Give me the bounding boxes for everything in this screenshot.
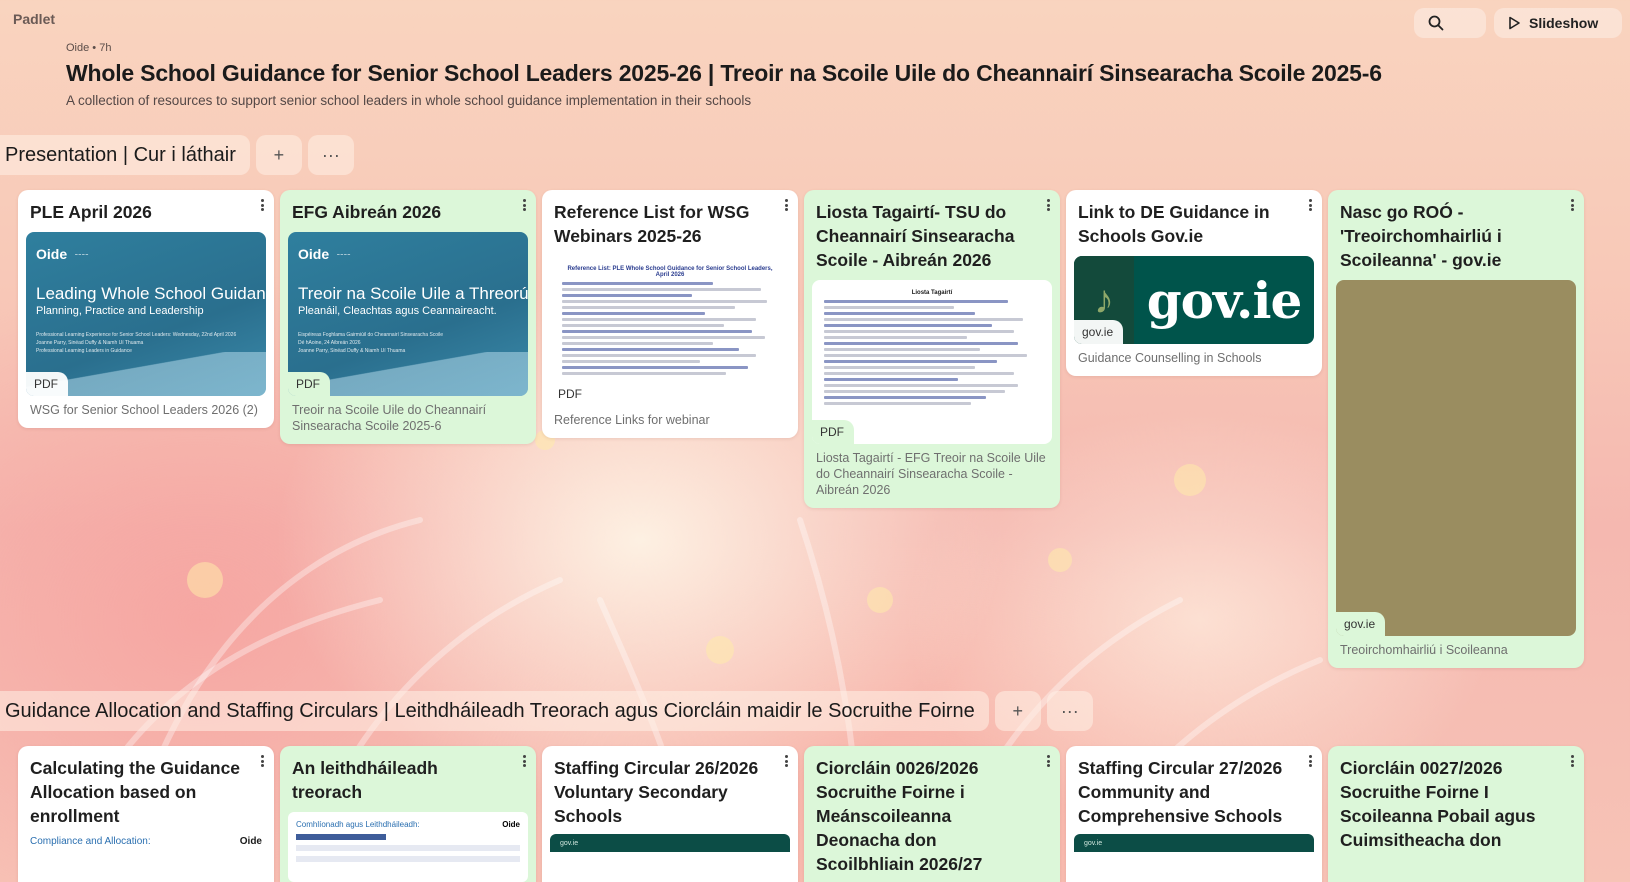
post-card[interactable]: Ciorcláin 0026/2026 Socruithe Foirne i M… [804, 746, 1060, 882]
card-title: EFG Aibreán 2026 [292, 202, 442, 222]
document-heading: Reference List: PLE Whole School Guidanc… [567, 266, 773, 278]
add-post-button[interactable]: + [994, 691, 1041, 731]
post-card[interactable]: Staffing Circular 26/2026 Voluntary Seco… [542, 746, 798, 882]
file-type-badge: PDF [812, 420, 854, 444]
thumbnail-text: Compliance and Allocation: [30, 836, 151, 847]
link-thumbnail[interactable]: gov.ie [1074, 834, 1314, 852]
more-vertical-icon[interactable] [780, 197, 792, 213]
post-card[interactable]: An leithdháileadh treorach Comhlíonadh a… [280, 746, 536, 882]
card-caption: Treoirchomhairliú i Scoileanna [1340, 643, 1508, 657]
add-post-button[interactable]: + [255, 135, 302, 175]
post-card[interactable]: Reference List for WSG Webinars 2025-26 … [542, 190, 798, 438]
search-icon [1428, 15, 1444, 31]
card-title: Staffing Circular 27/2026 Community and … [1078, 758, 1283, 826]
post-card[interactable]: Link to DE Guidance in Schools Gov.ie ♪ … [1066, 190, 1322, 376]
slide-line: Professional Learning Experience for Sen… [36, 332, 237, 338]
slide-line: Joanne Parry, Sinéad Duffy & Niamh Uí Th… [36, 340, 144, 346]
more-vertical-icon[interactable] [1304, 753, 1316, 769]
slide-heading: Treoir na Scoile Uile a Threorú [298, 284, 528, 303]
more-vertical-icon[interactable] [518, 753, 530, 769]
section-header-guidance-allocation: Guidance Allocation and Staffing Circula… [0, 691, 1093, 731]
more-vertical-icon[interactable] [1566, 753, 1578, 769]
file-type-badge: PDF [288, 372, 330, 396]
section-title[interactable]: Guidance Allocation and Staffing Circula… [0, 691, 989, 731]
oide-logo: Oide [298, 246, 330, 262]
card-title: Ciorcláin 0026/2026 Socruithe Foirne i M… [816, 758, 983, 874]
file-type-badge: PDF [550, 382, 592, 406]
card-caption: Reference Links for webinar [554, 413, 710, 427]
post-card[interactable]: Calculating the Guidance Allocation base… [18, 746, 274, 882]
more-vertical-icon[interactable] [1304, 197, 1316, 213]
slideshow-button[interactable]: Slideshow [1494, 8, 1622, 38]
slide-subheading: Pleanáil, Cleachtas agus Ceannaireacht. [298, 305, 497, 317]
more-vertical-icon[interactable] [1566, 197, 1578, 213]
card-title: Link to DE Guidance in Schools Gov.ie [1078, 202, 1270, 246]
slide-line: Dé hAoine, 24 Aibreán 2026 [298, 340, 361, 346]
slide-subheading: Planning, Practice and Leadership [36, 305, 204, 317]
gov-ie-wordmark: gov.ie [1146, 270, 1303, 330]
file-type-badge: PDF [26, 372, 68, 396]
post-card[interactable]: EFG Aibreán 2026 Oide ━ ━ ━ ━ Treoir na S… [280, 190, 536, 444]
more-vertical-icon[interactable] [518, 197, 530, 213]
card-title: An leithdháileadh treorach [292, 758, 438, 802]
card-title: PLE April 2026 [30, 202, 152, 222]
section-more-button[interactable]: ··· [307, 135, 354, 175]
section-title[interactable]: Presentation | Cur i láthair [0, 135, 250, 175]
more-vertical-icon[interactable] [1042, 197, 1054, 213]
card-caption: Liosta Tagairtí - EFG Treoir na Scoile U… [816, 451, 1046, 497]
more-vertical-icon[interactable] [1042, 753, 1054, 769]
pdf-thumbnail[interactable]: Oide ━ ━ ━ ━ Treoir na Scoile Uile a Thre… [288, 232, 528, 396]
link-thumbnail[interactable]: gov.ie [1336, 280, 1576, 636]
oide-logo: Oide [239, 836, 262, 847]
slide-line: Eispéireas Foghlama Gairmiúil do Cheanna… [298, 332, 444, 338]
pdf-thumbnail[interactable]: Liosta Tagairtí PDF [812, 280, 1052, 444]
slideshow-label: Slideshow [1529, 15, 1599, 31]
card-title: Staffing Circular 26/2026 Voluntary Seco… [554, 758, 759, 826]
link-source-badge: gov.ie [1336, 612, 1386, 636]
author-name: Oide [66, 42, 90, 54]
link-source-badge: gov.ie [1074, 320, 1124, 344]
padlet-header: Oide • 7h Whole School Guidance for Seni… [66, 42, 1382, 108]
section-header-presentation: Presentation | Cur i láthair + ··· [0, 135, 354, 175]
gov-ie-wordmark: gov.ie [560, 839, 579, 847]
link-thumbnail[interactable]: ♪ gov.ie gov.ie [1074, 256, 1314, 344]
thumbnail-text: Comhlíonadh agus Leithdháileadh: [296, 820, 420, 829]
card-title: Calculating the Guidance Allocation base… [30, 758, 241, 826]
post-card[interactable]: Staffing Circular 27/2026 Community and … [1066, 746, 1322, 882]
pdf-thumbnail[interactable]: Oide ━ ━ ━ ━ Leading Whole School Guidanc… [26, 232, 266, 396]
document-thumbnail[interactable]: Comhlíonadh agus Leithdháileadh: Oide [288, 812, 528, 882]
post-time: 7h [99, 42, 112, 54]
card-caption: Treoir na Scoile Uile do Cheannairí Sins… [292, 403, 487, 433]
document-heading: Liosta Tagairtí [911, 290, 953, 296]
padlet-logo[interactable]: Padlet [13, 11, 55, 27]
post-card[interactable]: Nasc go ROÓ - 'Treoirchomhairliú i Scoil… [1328, 190, 1584, 668]
search-button[interactable] [1414, 8, 1486, 38]
post-card[interactable]: PLE April 2026 Oide ━ ━ ━ ━ Leading Whole… [18, 190, 274, 428]
post-card[interactable]: Liosta Tagairtí- TSU do Cheannairí Sinse… [804, 190, 1060, 508]
card-title: Reference List for WSG Webinars 2025-26 [554, 202, 750, 246]
slide-heading: Leading Whole School Guidance [36, 284, 266, 303]
card-caption: Guidance Counselling in Schools [1078, 351, 1262, 365]
card-title: Nasc go ROÓ - 'Treoirchomhairliú i Scoil… [1340, 202, 1502, 270]
page-title: Whole School Guidance for Senior School … [66, 60, 1382, 86]
more-vertical-icon[interactable] [256, 197, 268, 213]
oide-logo: Oide [36, 246, 68, 262]
more-vertical-icon[interactable] [256, 753, 268, 769]
link-thumbnail[interactable]: gov.ie [550, 834, 790, 852]
oide-logo: Oide [502, 820, 520, 829]
more-vertical-icon[interactable] [780, 753, 792, 769]
page-subtitle: A collection of resources to support sen… [66, 93, 752, 108]
card-title: Liosta Tagairtí- TSU do Cheannairí Sinse… [816, 202, 1015, 270]
card-title: Ciorcláin 0027/2026 Socruithe Foirne I S… [1340, 758, 1536, 850]
pdf-thumbnail[interactable]: Reference List: PLE Whole School Guidanc… [550, 256, 790, 406]
post-card[interactable]: Ciorcláin 0027/2026 Socruithe Foirne I S… [1328, 746, 1584, 882]
card-caption: WSG for Senior School Leaders 2026 (2) [30, 403, 258, 417]
section-more-button[interactable]: ··· [1046, 691, 1093, 731]
play-icon [1509, 16, 1520, 30]
gov-ie-wordmark: gov.ie [1084, 839, 1103, 847]
post-meta: Oide • 7h [66, 42, 112, 54]
